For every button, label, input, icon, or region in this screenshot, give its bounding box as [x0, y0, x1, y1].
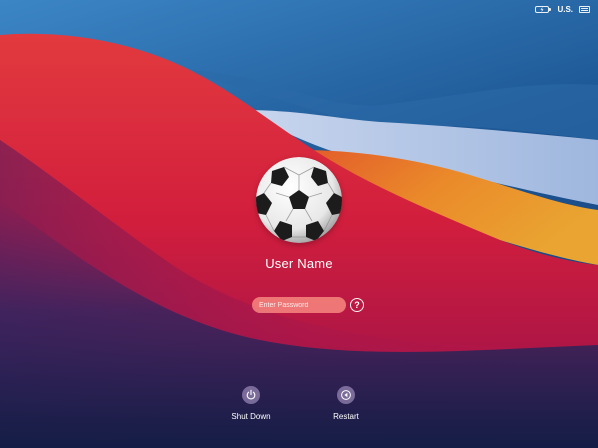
user-name-label: User Name [265, 256, 333, 271]
input-source-label[interactable]: U.S. [557, 5, 573, 14]
password-hint-button[interactable]: ? [350, 298, 364, 312]
power-icon [242, 386, 260, 404]
shut-down-button[interactable]: Shut Down [216, 386, 286, 421]
restart-button[interactable]: Restart [311, 386, 381, 421]
restart-label: Restart [333, 412, 359, 421]
soccer-ball-icon [256, 157, 342, 243]
restart-icon [337, 386, 355, 404]
login-screen: U.S. User Name ? Shut Down Restart [0, 0, 598, 448]
password-field[interactable] [252, 297, 346, 313]
status-menu: U.S. [535, 2, 590, 16]
question-mark-icon: ? [354, 300, 360, 310]
battery-charging-icon[interactable] [535, 5, 552, 13]
user-avatar[interactable] [256, 157, 342, 243]
shut-down-label: Shut Down [231, 412, 271, 421]
keyboard-icon[interactable] [579, 5, 590, 13]
